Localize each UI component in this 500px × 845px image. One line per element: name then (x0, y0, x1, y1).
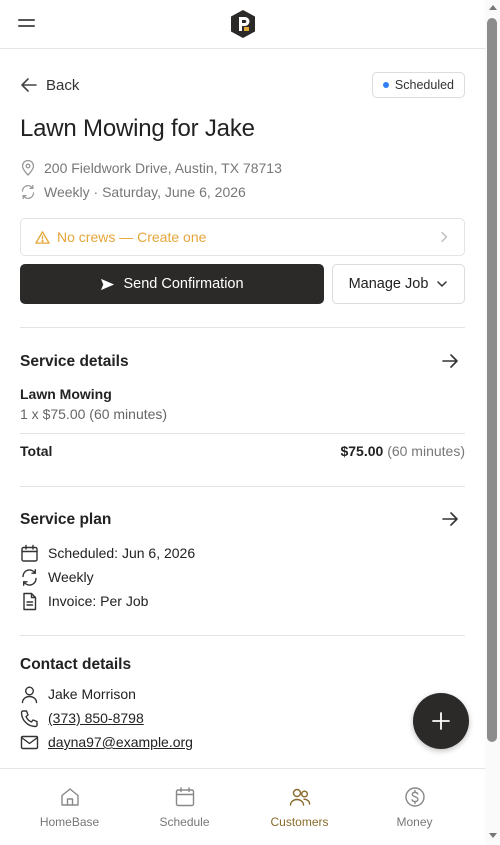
chevron-down-icon (437, 281, 448, 288)
warning-text: No crews — Create one (57, 229, 207, 245)
nav-item-schedule[interactable]: Schedule (127, 769, 242, 845)
nav-label-customers: Customers (270, 815, 329, 829)
total-value: $75.00 (60 minutes) (340, 443, 465, 459)
hamburger-icon[interactable] (18, 17, 36, 31)
service-item-detail: 1 x $75.00 (60 minutes) (20, 406, 168, 422)
status-label: Scheduled (394, 78, 454, 92)
calendar-icon (21, 544, 38, 562)
address-text: 200 Fieldwork Drive, Austin, TX 78713 (44, 160, 282, 176)
back-button[interactable]: Back (20, 73, 79, 97)
contact-name: Jake Morrison (48, 686, 136, 702)
home-icon (60, 788, 79, 806)
service-details-title: Service details (20, 353, 129, 370)
location-pin-icon (21, 160, 35, 176)
job-address: 200 Fieldwork Drive, Austin, TX 78713 (20, 158, 282, 178)
manage-job-button[interactable]: Manage Job (332, 264, 465, 304)
plus-icon (432, 712, 450, 730)
scheduled-date-row: Scheduled: Jun 6, 2026 (20, 542, 195, 564)
send-confirmation-button[interactable]: Send Confirmation (20, 264, 324, 304)
contact-email-link[interactable]: dayna97@example.org (48, 734, 193, 750)
scroll-down-arrow-icon[interactable] (489, 833, 497, 838)
back-label: Back (46, 76, 80, 94)
contact-name-row: Jake Morrison (20, 683, 136, 705)
dollar-icon (404, 787, 425, 807)
frequency-row: Weekly (20, 566, 94, 588)
invoice-row: Invoice: Per Job (20, 590, 148, 612)
nav-label-homebase: HomeBase (39, 815, 100, 829)
invoice-text: Invoice: Per Job (48, 593, 149, 609)
recurrence-text: Weekly · Saturday, June 6, 2026 (44, 184, 246, 200)
page-title: Lawn Mowing for Jake (20, 115, 255, 142)
nav-label-money: Money (396, 815, 433, 829)
service-plan-title: Service plan (20, 511, 112, 528)
nav-item-customers[interactable]: Customers (242, 769, 357, 845)
add-fab-button[interactable] (413, 693, 469, 749)
repeat-icon (22, 568, 37, 586)
brand-logo-icon[interactable] (229, 9, 257, 39)
service-plan-arrow-icon[interactable] (441, 510, 459, 528)
contact-phone-link[interactable]: (373) 850-8798 (48, 710, 144, 726)
manage-job-label: Manage Job (348, 276, 429, 292)
warning-triangle-icon (35, 230, 50, 244)
customers-icon (289, 788, 310, 806)
scroll-up-arrow-icon[interactable] (489, 5, 497, 10)
no-crews-warning[interactable]: No crews — Create one (20, 218, 465, 256)
contact-email-row: dayna97@example.org (20, 731, 193, 753)
service-details-arrow-icon[interactable] (441, 352, 459, 370)
divider (20, 486, 465, 487)
document-icon (23, 592, 37, 610)
frequency-text: Weekly (48, 569, 94, 585)
repeat-icon (21, 184, 35, 200)
divider (20, 433, 465, 434)
phone-icon (20, 709, 38, 727)
status-dot (382, 82, 389, 88)
service-item-name: Lawn Mowing (20, 386, 112, 402)
contact-details-title: Contact details (20, 656, 132, 673)
top-bar (0, 0, 485, 49)
status-badge: Scheduled (371, 72, 465, 98)
bottom-nav: HomeBase Schedule Customers Money (0, 768, 485, 845)
total-duration: (60 minutes) (387, 443, 465, 459)
chevron-right-icon (441, 231, 448, 243)
nav-item-money[interactable]: Money (357, 769, 472, 845)
nav-item-homebase[interactable]: HomeBase (12, 769, 127, 845)
user-icon (21, 686, 38, 703)
calendar-icon (175, 787, 194, 807)
total-label: Total (20, 443, 53, 459)
total-amount: $75.00 (340, 443, 384, 459)
scheduled-date-text: Scheduled: Jun 6, 2026 (48, 545, 196, 561)
send-icon (101, 278, 115, 290)
mail-icon (20, 735, 39, 749)
contact-phone-row: (373) 850-8798 (20, 707, 144, 729)
divider (20, 635, 465, 636)
job-recurrence: Weekly · Saturday, June 6, 2026 (20, 182, 246, 202)
scrollbar-thumb[interactable] (487, 18, 497, 742)
send-confirmation-label: Send Confirmation (123, 276, 244, 292)
arrow-left-icon (21, 78, 37, 92)
divider (20, 327, 465, 328)
nav-label-schedule: Schedule (159, 815, 210, 829)
